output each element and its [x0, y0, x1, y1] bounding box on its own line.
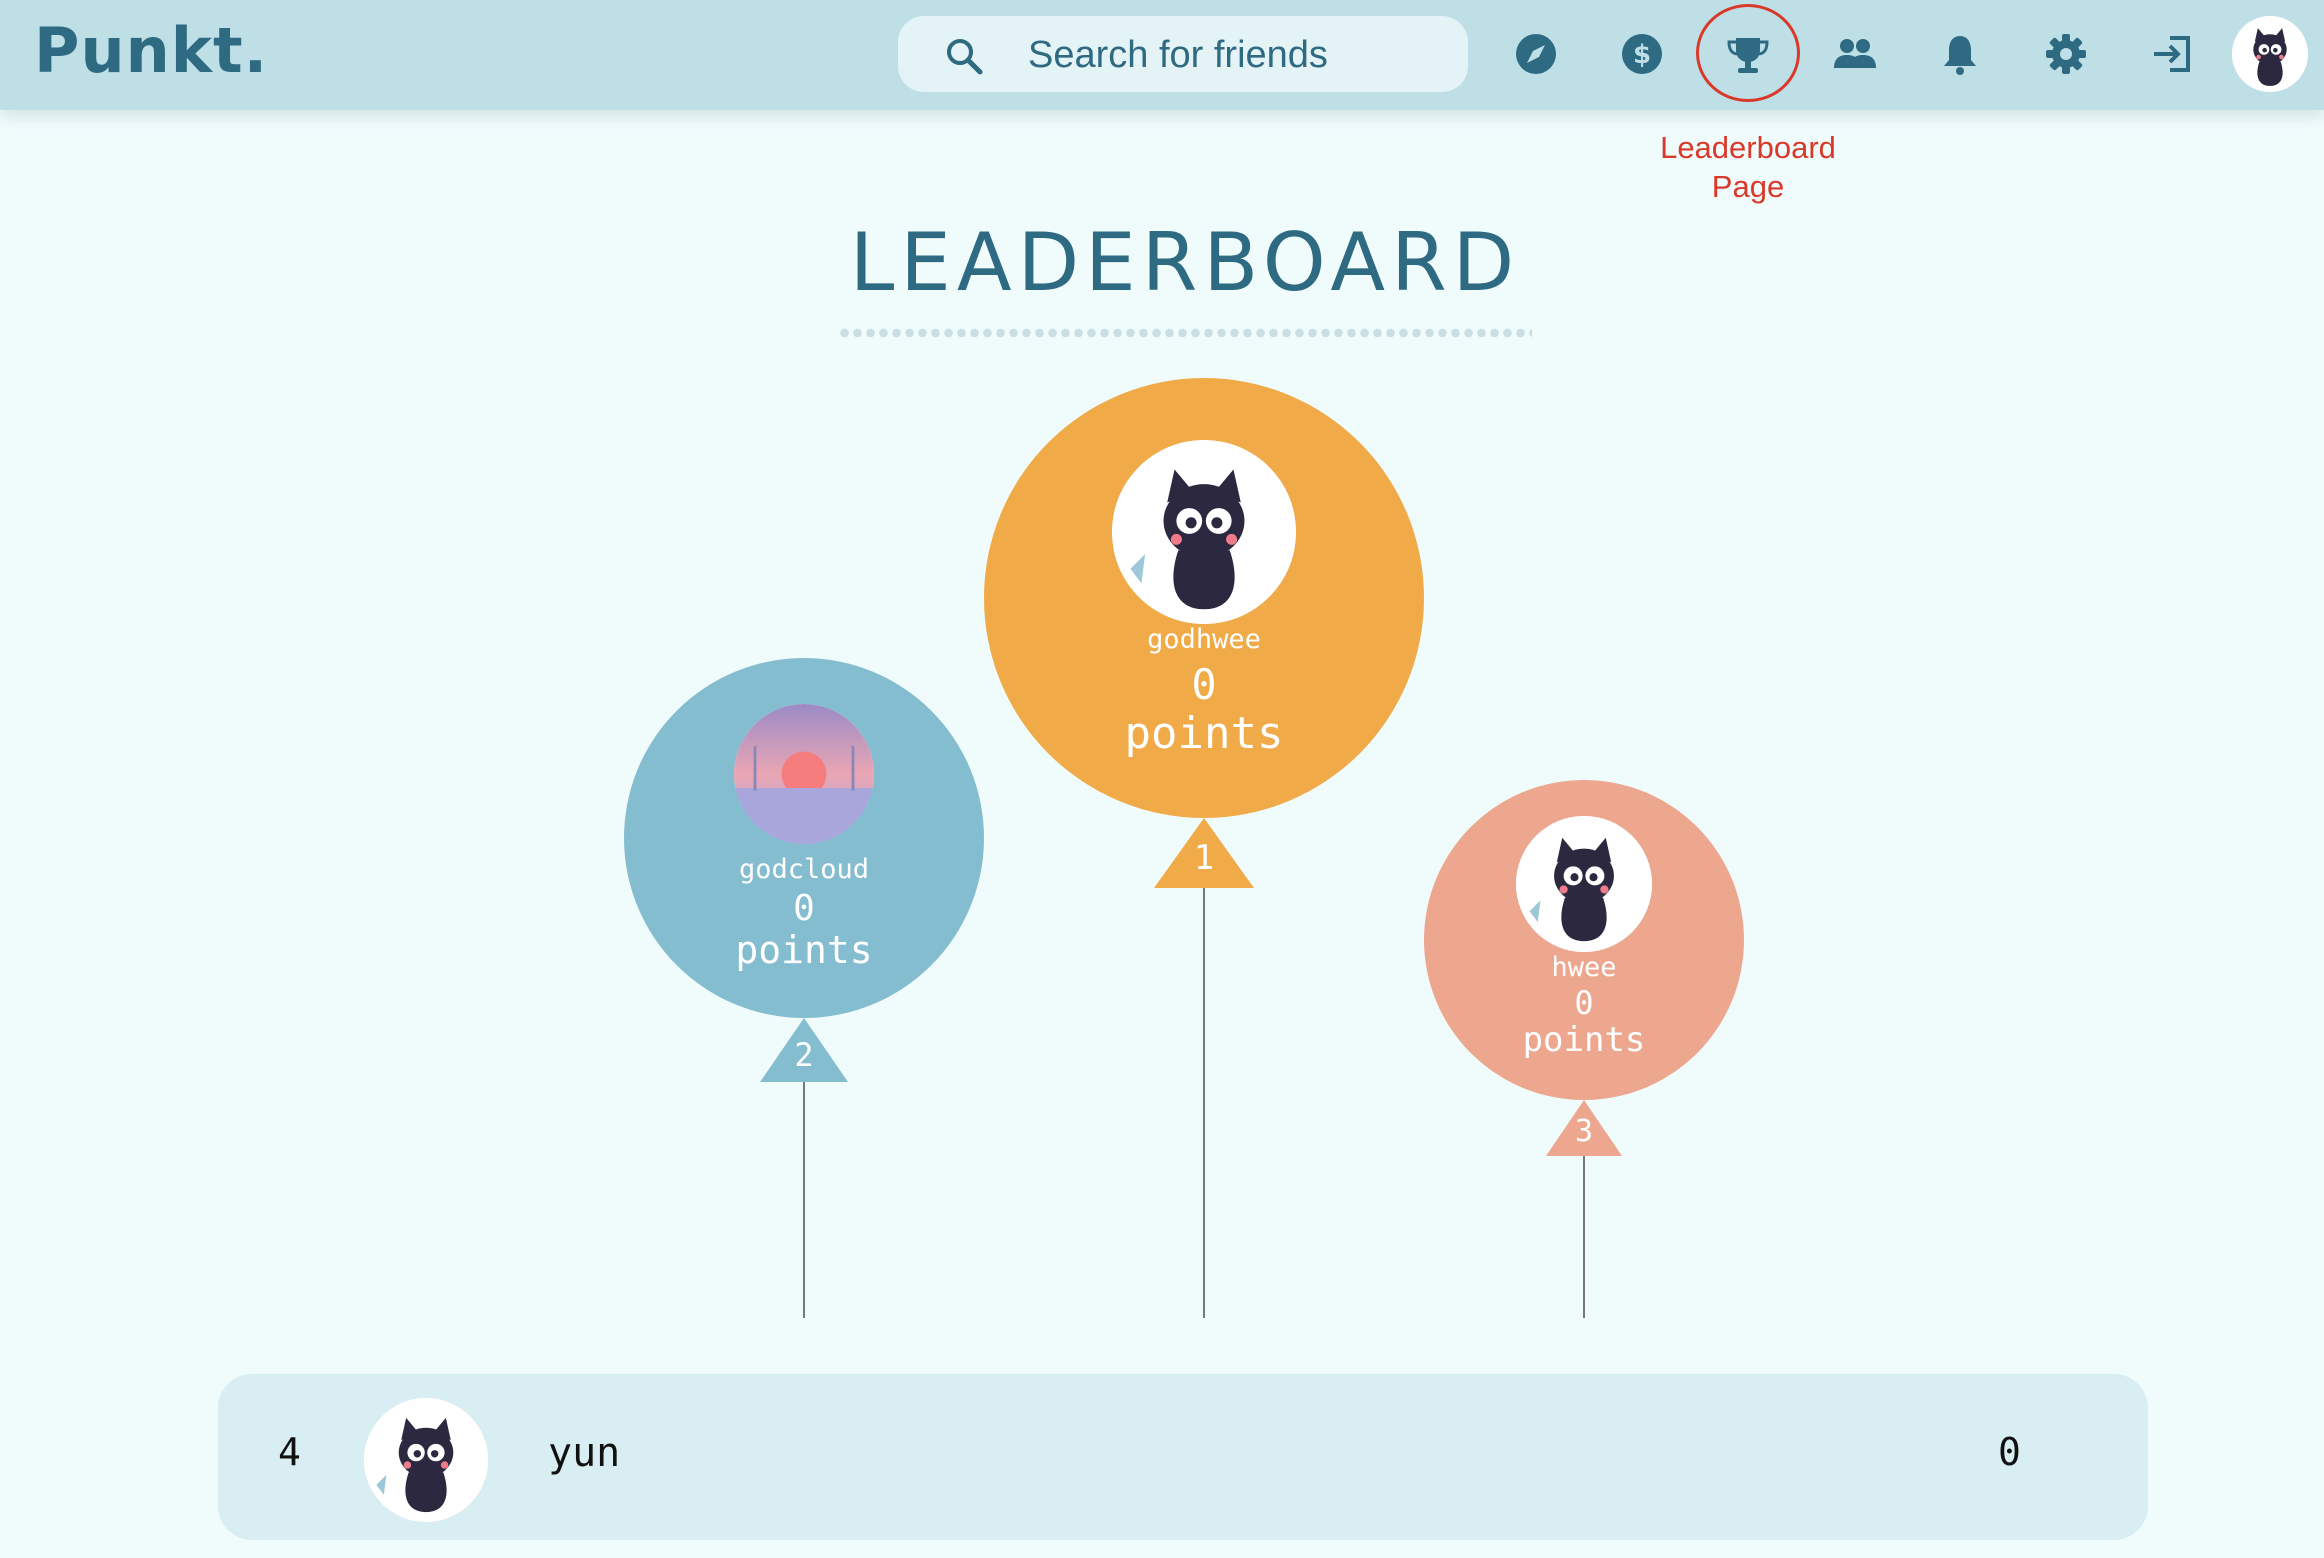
podium-second-points: 0 — [793, 888, 815, 929]
podium-first-rank: 1 — [1193, 838, 1215, 878]
search-icon — [944, 36, 984, 76]
row-points: 0 — [1998, 1430, 2021, 1474]
podium-first-avatar — [1112, 440, 1296, 624]
search-bar[interactable] — [898, 16, 1468, 92]
podium-second-points-label: points — [735, 928, 873, 972]
podium-second-balloon[interactable]: godcloud 0 points — [624, 658, 984, 1018]
podium-second-name: godcloud — [738, 854, 870, 885]
row-username: yun — [548, 1430, 621, 1476]
friends-icon[interactable] — [1826, 26, 1882, 82]
podium-first-name: godhwee — [1147, 624, 1261, 655]
row-rank: 4 — [278, 1430, 301, 1474]
podium-third-name: hwee — [1551, 952, 1617, 983]
dollar-icon[interactable]: $ — [1614, 26, 1670, 82]
row-avatar — [364, 1398, 488, 1522]
bell-icon[interactable] — [1932, 26, 1988, 82]
gear-icon[interactable] — [2038, 26, 2094, 82]
search-input[interactable] — [1026, 26, 1450, 84]
annotation-label: Leaderboard Page — [1660, 130, 1836, 204]
podium-third-rank: 3 — [1574, 1114, 1594, 1149]
podium-second-avatar — [734, 704, 874, 844]
podium-third-points-label: points — [1522, 1020, 1646, 1060]
explore-icon[interactable] — [1508, 26, 1564, 82]
app-logo[interactable]: Punkt. — [34, 14, 268, 87]
annotation-circle — [1696, 4, 1800, 102]
podium-third-string — [1583, 1156, 1585, 1318]
svg-text:$: $ — [1633, 40, 1651, 70]
podium-second-string — [803, 1082, 805, 1318]
podium-third-balloon[interactable]: hwee 0 points — [1424, 780, 1744, 1100]
leaderboard-row[interactable]: 4 yun 0 — [218, 1374, 2148, 1540]
user-avatar[interactable] — [2232, 16, 2308, 92]
podium-third-points: 0 — [1574, 984, 1594, 1022]
podium-first-points-label: points — [1124, 708, 1284, 759]
title-divider — [838, 328, 1532, 338]
podium-first-balloon[interactable]: godhwee 0 points — [984, 378, 1424, 818]
logout-icon[interactable] — [2144, 26, 2200, 82]
podium-second-rank: 2 — [794, 1036, 814, 1074]
podium-third-avatar — [1516, 816, 1652, 952]
top-navbar: Punkt. $ — [0, 0, 2324, 110]
podium-first-points: 0 — [1191, 660, 1217, 709]
podium-first-string — [1203, 888, 1205, 1318]
page-title: LEADERBOARD — [849, 216, 1521, 309]
